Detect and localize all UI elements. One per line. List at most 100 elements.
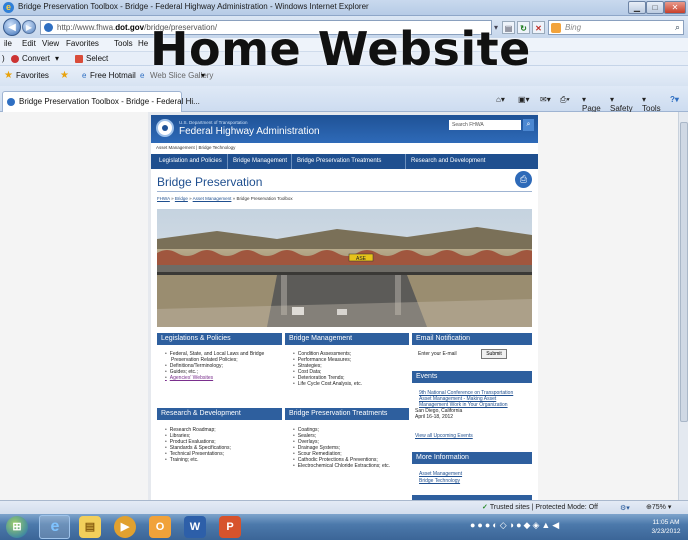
overhead-sign-text: ASE bbox=[356, 256, 367, 262]
file-explorer-icon[interactable]: ▤ bbox=[79, 516, 101, 538]
title-bar: e Bridge Preservation Toolbox - Bridge -… bbox=[0, 0, 688, 16]
url-domain: dot.gov bbox=[115, 23, 145, 32]
favorites-button[interactable]: Favorites bbox=[16, 71, 49, 80]
list-item: Training; etc. bbox=[165, 457, 231, 463]
breadcrumb-fhwa[interactable]: FHWA bbox=[157, 196, 170, 201]
research-list: Research Roadmap; Libraries; Product Eva… bbox=[165, 427, 231, 463]
site-banner: U.S. Department of Transportation Federa… bbox=[151, 115, 538, 143]
tab-favicon bbox=[7, 98, 15, 106]
usdot-logo-icon[interactable] bbox=[156, 119, 174, 137]
department-name: U.S. Department of Transportation bbox=[179, 120, 248, 125]
active-tab[interactable]: Bridge Preservation Toolbox - Bridge - F… bbox=[2, 91, 200, 112]
system-tray-icons[interactable]: ●●●◐◇◑●◆◈▲◀ bbox=[470, 520, 561, 531]
zoom-control[interactable]: ⊕75% ▾ bbox=[646, 503, 671, 511]
favorites-star-icon: ★ bbox=[4, 70, 13, 81]
help-icon[interactable]: ?▾ bbox=[670, 95, 679, 104]
url-prefix: http://www.fhwa. bbox=[57, 23, 116, 32]
page-menu[interactable]: Page ▾ bbox=[582, 95, 601, 113]
menu-favorites[interactable]: Favorites bbox=[66, 39, 99, 48]
nav-treatments[interactable]: Bridge Preservation Treatments bbox=[297, 158, 381, 164]
utility-links[interactable]: Asset Management | Bridge Technology bbox=[156, 145, 235, 150]
tools-menu[interactable]: Tools ▾ bbox=[642, 95, 661, 113]
legislation-heading[interactable]: Legislations & Policies bbox=[157, 333, 282, 345]
bridge-technology-link[interactable]: Bridge Technology bbox=[419, 478, 460, 484]
asset-management-link[interactable]: Asset Management bbox=[419, 471, 462, 477]
web-slice-icon: e bbox=[140, 71, 145, 80]
email-submit-button[interactable]: Submit bbox=[481, 349, 507, 359]
nav-bridge-management[interactable]: Bridge Management bbox=[233, 158, 287, 164]
search-icon[interactable]: ⌕ bbox=[675, 22, 680, 33]
read-mail-icon[interactable]: ✉▾ bbox=[540, 95, 551, 104]
overlay-title: Home Website bbox=[150, 22, 531, 76]
menu-file[interactable]: ile bbox=[4, 39, 12, 48]
bing-icon bbox=[551, 23, 561, 33]
tab-row: Bridge Preservation Toolbox - Bridge - F… bbox=[0, 86, 688, 113]
back-button[interactable]: ◀ bbox=[3, 18, 21, 36]
management-list: Condition Assessments; Performance Measu… bbox=[293, 351, 362, 387]
research-heading[interactable]: Research & Development bbox=[157, 408, 282, 420]
menu-view[interactable]: View bbox=[42, 39, 59, 48]
email-field[interactable]: Enter your E-mail bbox=[415, 349, 477, 359]
safety-menu[interactable]: Safety ▾ bbox=[610, 95, 633, 113]
hero-bridge-photo: ASE bbox=[157, 209, 532, 327]
close-button[interactable]: ✕ bbox=[664, 1, 686, 14]
list-item: Life Cycle Cost Analysis, etc. bbox=[293, 381, 362, 387]
events-heading: Events bbox=[412, 371, 532, 383]
maximize-button[interactable]: □ bbox=[646, 1, 664, 14]
menu-edit[interactable]: Edit bbox=[22, 39, 36, 48]
system-clock[interactable]: 11:05 AM 3/23/2012 bbox=[646, 518, 686, 536]
add-favorite-icon[interactable]: ★ bbox=[60, 70, 69, 81]
more-info-heading: More Information bbox=[412, 452, 532, 464]
treatments-heading[interactable]: Bridge Preservation Treatments bbox=[285, 408, 409, 420]
select-icon bbox=[75, 55, 83, 63]
convert-button[interactable]: Convert bbox=[22, 54, 50, 63]
email-heading: Email Notification bbox=[412, 333, 532, 345]
nav-legislation[interactable]: Legislation and Policies bbox=[159, 158, 222, 164]
outlook-icon[interactable]: O bbox=[149, 516, 171, 538]
site-icon bbox=[44, 23, 53, 32]
media-player-icon[interactable]: ▶ bbox=[114, 516, 136, 538]
select-button[interactable]: Select bbox=[86, 54, 108, 63]
print-icon[interactable]: ⎙▾ bbox=[560, 95, 570, 105]
clock-time: 11:05 AM bbox=[652, 519, 680, 526]
convert-dropdown-icon[interactable]: ▾ bbox=[55, 54, 59, 63]
breadcrumb-bridge[interactable]: Bridge bbox=[175, 196, 188, 201]
vertical-scrollbar[interactable] bbox=[678, 112, 688, 500]
left-margin bbox=[0, 112, 148, 500]
agency-name[interactable]: Federal Highway Administration bbox=[179, 126, 320, 137]
bridge-photo-graphic: ASE bbox=[157, 209, 532, 327]
stop-icon[interactable]: ✕ bbox=[532, 21, 545, 34]
list-item: Electrochemical Chloride Extractions; et… bbox=[293, 463, 390, 469]
breadcrumb-asset[interactable]: Asset Management bbox=[193, 196, 232, 201]
feeds-icon[interactable]: ▣▾ bbox=[518, 95, 530, 104]
site-nav: Legislation and Policies Bridge Manageme… bbox=[151, 154, 538, 169]
fhwa-page: U.S. Department of Transportation Federa… bbox=[151, 115, 538, 500]
agencies-websites-link[interactable]: Agencies' Websites bbox=[165, 375, 264, 381]
fhwa-search-button[interactable]: ⌕ bbox=[523, 119, 534, 131]
search-box[interactable]: Bing ⌕ bbox=[548, 20, 684, 35]
word-icon[interactable]: W bbox=[184, 516, 206, 538]
internet-explorer-icon[interactable]: e bbox=[44, 516, 66, 538]
forward-button[interactable]: ▶ bbox=[22, 20, 36, 34]
nav-divider bbox=[291, 154, 292, 169]
fhwa-search-input[interactable]: Search FHWA bbox=[449, 120, 521, 130]
search-placeholder: Bing bbox=[565, 23, 582, 32]
security-settings-icon[interactable]: ⚙▾ bbox=[620, 504, 630, 512]
page-viewport: U.S. Department of Transportation Federa… bbox=[0, 112, 688, 500]
powerpoint-icon[interactable]: P bbox=[219, 516, 241, 538]
scrollbar-thumb[interactable] bbox=[680, 122, 688, 422]
nav-research[interactable]: Research and Development bbox=[411, 158, 485, 164]
start-button-icon[interactable]: ⊞ bbox=[6, 516, 28, 538]
zoom-level: 75% bbox=[651, 504, 666, 511]
menu-help[interactable]: He bbox=[138, 39, 148, 48]
management-heading[interactable]: Bridge Management bbox=[285, 333, 409, 345]
print-page-icon[interactable]: ⎙ bbox=[515, 171, 532, 188]
window-title: Bridge Preservation Toolbox - Bridge - F… bbox=[18, 2, 369, 11]
home-icon[interactable]: ⌂▾ bbox=[496, 95, 505, 104]
protected-mode-status[interactable]: ✓ Trusted sites | Protected Mode: Off bbox=[482, 503, 598, 511]
hotmail-link[interactable]: Free Hotmail bbox=[90, 71, 136, 80]
minimize-button[interactable]: ▁ bbox=[628, 1, 646, 14]
menu-tools[interactable]: Tools bbox=[114, 39, 133, 48]
status-bar: ✓ Trusted sites | Protected Mode: Off ⚙▾ … bbox=[0, 500, 688, 514]
view-all-events-link[interactable]: View all Upcoming Events bbox=[415, 433, 473, 439]
